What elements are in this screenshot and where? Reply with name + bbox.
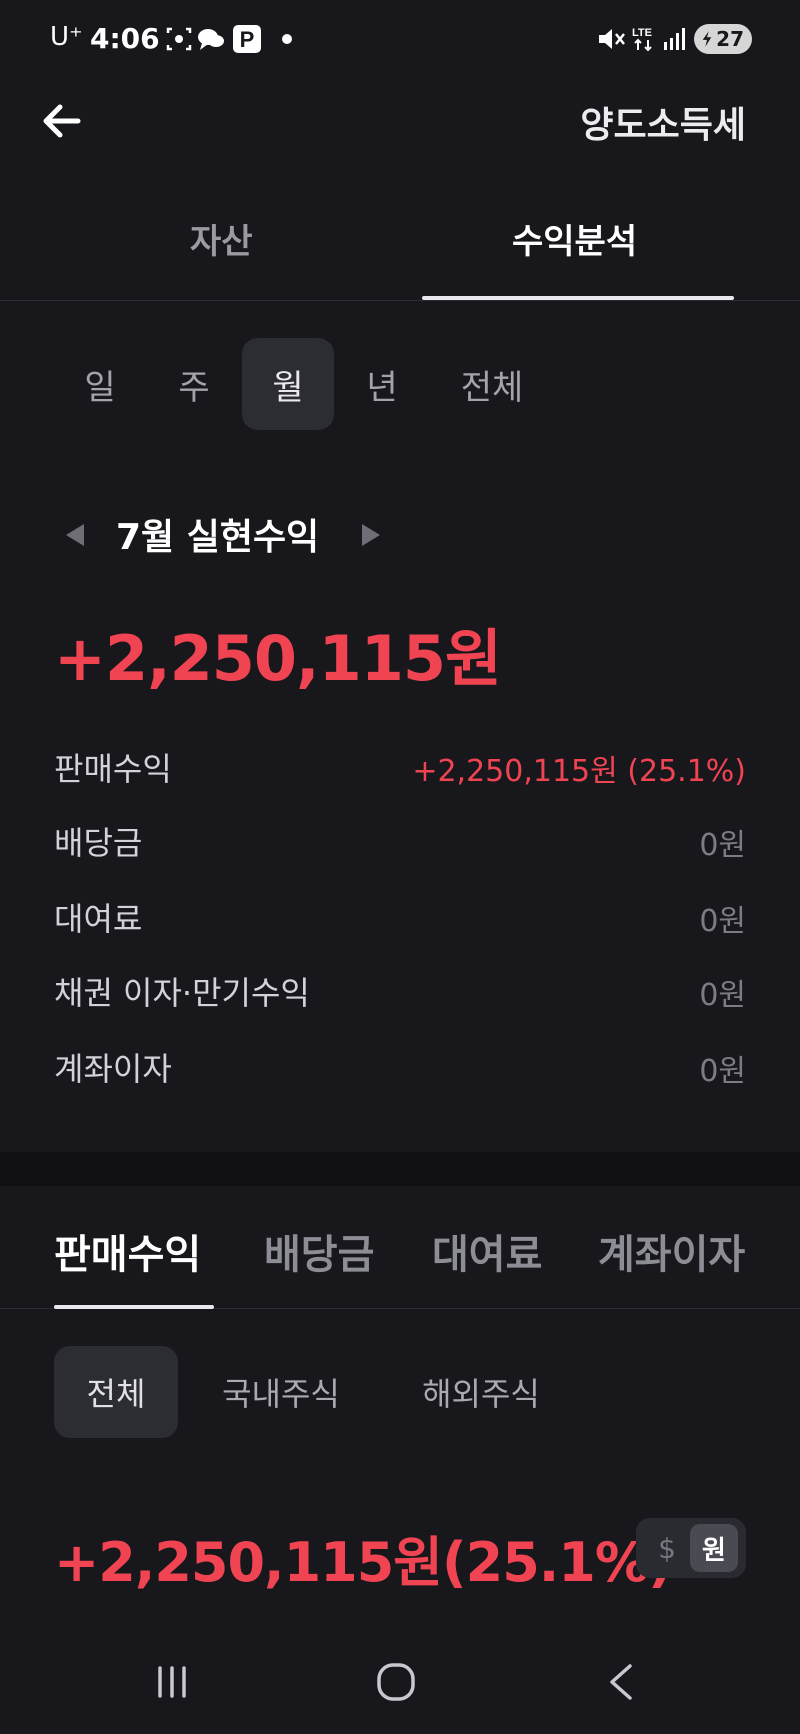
mute-icon xyxy=(599,29,625,49)
market-foreign-stocks[interactable]: 해외주식 xyxy=(396,1346,566,1438)
notification-dot xyxy=(282,34,292,44)
carrier-label: U⁺ xyxy=(50,22,83,52)
subtab-sales-profit[interactable]: 판매수익 xyxy=(54,1222,201,1280)
sales-profit-amount: +2,250,115원(25.1%) xyxy=(54,1531,673,1594)
tab-active-indicator xyxy=(422,296,734,300)
capital-gains-tax-button[interactable]: 양도소득세 xyxy=(580,96,746,148)
market-domestic-stocks[interactable]: 국내주식 xyxy=(196,1346,366,1438)
currency-krw-option[interactable]: 원 xyxy=(690,1524,738,1572)
tabs-divider xyxy=(0,300,800,301)
chat-icon xyxy=(198,29,224,50)
market-all[interactable]: 전체 xyxy=(54,1346,178,1438)
battery-level: 27 xyxy=(716,27,744,51)
breakdown-value-account-interest: 0원 xyxy=(699,1054,746,1089)
arrow-left-icon[interactable] xyxy=(38,96,88,146)
recent-apps-icon[interactable] xyxy=(150,1660,194,1704)
back-icon[interactable] xyxy=(600,1660,644,1704)
breakdown-value-bond: 0원 xyxy=(699,978,746,1013)
lte-icon: LTE xyxy=(632,27,652,52)
svg-text:P: P xyxy=(240,27,255,52)
tab-assets[interactable]: 자산 xyxy=(190,214,253,263)
breakdown-label-lending-fee: 대여료 xyxy=(54,900,143,938)
month-profit-title: 7월 실현수익 xyxy=(116,517,320,558)
currency-usd-option[interactable]: $ xyxy=(650,1530,684,1566)
period-year[interactable]: 년 xyxy=(336,338,428,430)
triangle-right-icon[interactable] xyxy=(358,522,384,548)
triangle-left-icon[interactable] xyxy=(62,522,88,548)
total-realized-profit: +2,250,115원 xyxy=(54,622,502,695)
signal-icon xyxy=(664,28,685,50)
breakdown-label-bond: 채권 이자·만기수익 xyxy=(54,974,310,1012)
battery-icon: 27 xyxy=(694,24,752,54)
subtab-active-indicator xyxy=(54,1305,214,1309)
breakdown-label-sales: 판매수익 xyxy=(54,750,172,788)
parking-icon: P xyxy=(233,25,261,53)
status-time: 4:06 xyxy=(90,22,160,55)
breakdown-value-sales: +2,250,115원 (25.1%) xyxy=(412,754,746,789)
svg-text:LTE: LTE xyxy=(632,27,652,39)
status-bar: U⁺ 4:06 P LTE 27 xyxy=(0,0,800,80)
breakdown-label-dividend: 배당금 xyxy=(54,824,143,862)
home-icon[interactable] xyxy=(374,1660,418,1704)
subtab-dividend[interactable]: 배당금 xyxy=(264,1222,374,1280)
screenshot-icon xyxy=(166,27,192,51)
breakdown-value-lending-fee: 0원 xyxy=(699,904,746,939)
subtab-lending-fee[interactable]: 대여료 xyxy=(432,1222,542,1280)
tab-profit-analysis[interactable]: 수익분석 xyxy=(512,214,637,263)
period-day[interactable]: 일 xyxy=(54,338,146,430)
period-week[interactable]: 주 xyxy=(148,338,240,430)
section-divider xyxy=(0,1152,800,1186)
breakdown-label-account-interest: 계좌이자 xyxy=(54,1050,172,1088)
breakdown-value-dividend: 0원 xyxy=(699,828,746,863)
period-month[interactable]: 월 xyxy=(242,338,334,430)
period-all[interactable]: 전체 xyxy=(440,338,544,430)
subtab-account-interest[interactable]: 계좌이자 xyxy=(598,1222,745,1280)
